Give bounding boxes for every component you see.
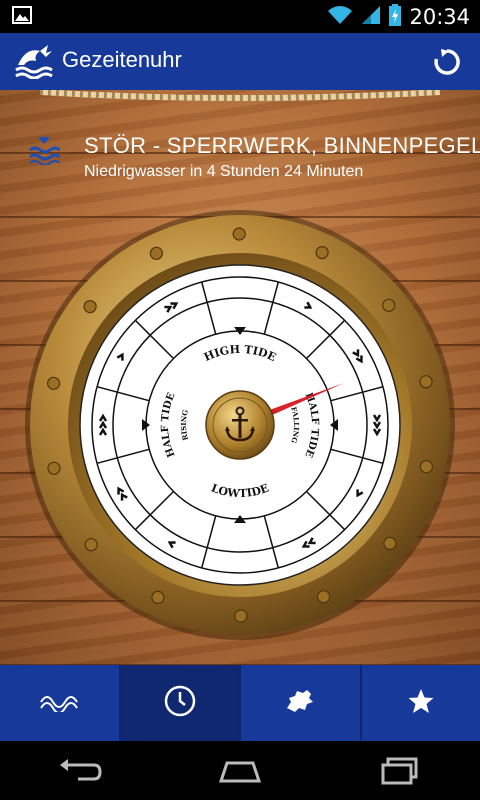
system-nav-bar bbox=[0, 741, 480, 800]
rim-bolt bbox=[83, 299, 97, 314]
signal-icon bbox=[361, 5, 381, 29]
rim-bolt bbox=[47, 461, 61, 475]
tab-map[interactable] bbox=[241, 665, 362, 741]
home-button[interactable] bbox=[210, 751, 270, 791]
image-notification-icon bbox=[12, 6, 32, 28]
rim-bolt bbox=[47, 376, 61, 390]
rim-bolt bbox=[315, 246, 329, 260]
rim-bolt bbox=[316, 590, 331, 604]
rim-bolt bbox=[382, 298, 396, 312]
rim-bolt bbox=[149, 246, 164, 260]
recent-apps-button[interactable] bbox=[370, 751, 430, 791]
tide-clock-dial: HIGH TIDE LOWTIDE HALF TIDE RISING HALF … bbox=[25, 210, 455, 640]
water-level-icon bbox=[28, 135, 61, 169]
clock-icon bbox=[163, 684, 197, 722]
rim-bolt bbox=[234, 609, 248, 623]
rope-decoration bbox=[40, 90, 440, 101]
tab-tide-curve[interactable] bbox=[0, 665, 121, 741]
bottom-nav bbox=[0, 665, 480, 741]
europe-map-icon bbox=[283, 688, 317, 718]
wifi-icon bbox=[327, 5, 353, 29]
clock-time: 20:34 bbox=[409, 4, 470, 29]
status-bar: 20:34 bbox=[0, 0, 480, 33]
rim-bolt bbox=[383, 536, 397, 551]
rim-bolt bbox=[419, 375, 433, 389]
tab-tide-clock[interactable] bbox=[120, 665, 241, 741]
star-icon bbox=[407, 687, 435, 719]
rim-bolt bbox=[232, 227, 246, 241]
rim-bolt bbox=[419, 460, 433, 474]
battery-charging-icon bbox=[389, 3, 402, 30]
app-bar: Gezeitenuhr bbox=[0, 33, 480, 90]
tide-status: Niedrigwasser in 4 Stunden 24 Minuten bbox=[84, 163, 364, 180]
rim-bolt bbox=[84, 538, 98, 552]
back-button[interactable] bbox=[50, 751, 110, 791]
tab-favorites[interactable] bbox=[362, 665, 480, 741]
rim-bolt bbox=[151, 590, 165, 604]
tide-curve-icon bbox=[39, 690, 79, 716]
tide-logo-icon[interactable] bbox=[14, 43, 56, 83]
app-title: Gezeitenuhr bbox=[62, 47, 182, 72]
refresh-icon[interactable] bbox=[432, 47, 462, 81]
station-name[interactable]: STÖR - SPERRWERK, BINNENPEGEL bbox=[84, 133, 480, 159]
